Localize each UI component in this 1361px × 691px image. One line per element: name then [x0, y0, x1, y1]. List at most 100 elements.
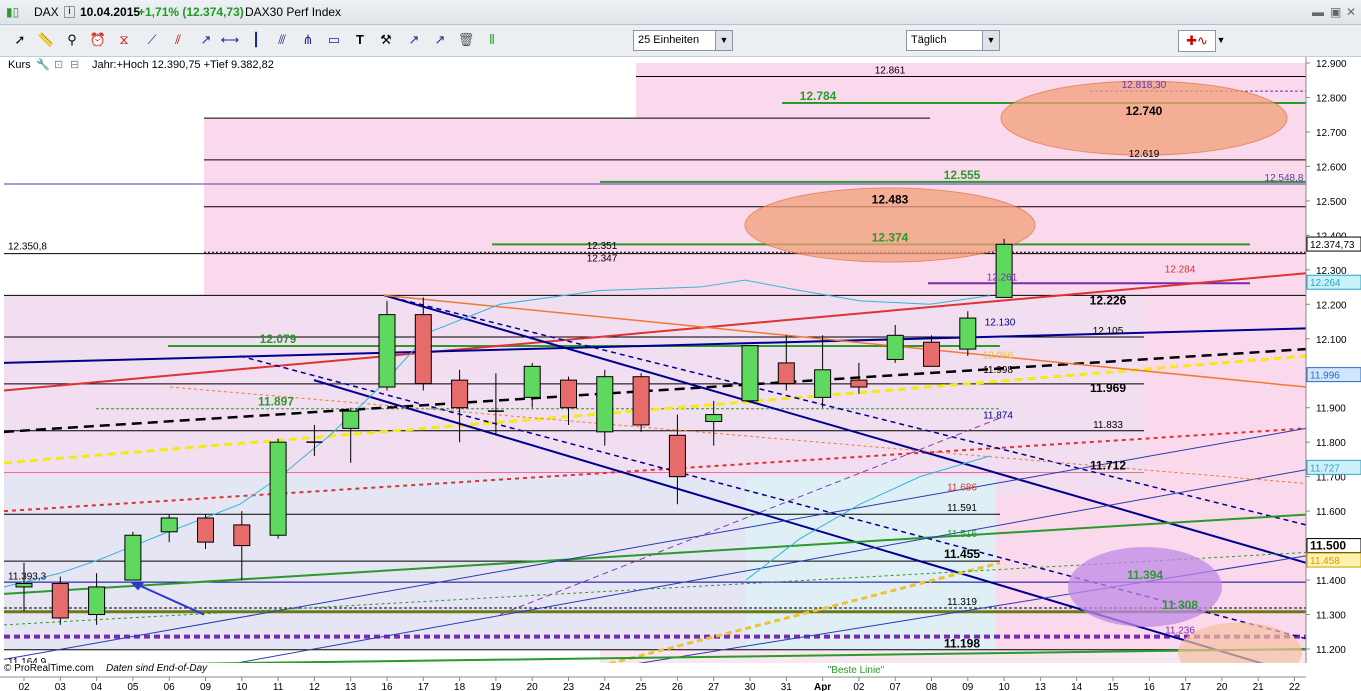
level-label: 11.394: [1127, 568, 1163, 582]
level-label: 11.198: [944, 637, 980, 651]
horizontal-line-icon[interactable]: ⟷: [220, 30, 240, 50]
candle-up: [88, 586, 106, 616]
level-label: 11.308: [1162, 598, 1198, 612]
candle-down: [668, 434, 686, 478]
add-indicator-icon[interactable]: ✚∿: [1178, 30, 1216, 52]
y-tick-label: 11.200: [1316, 645, 1346, 656]
level-label: 11.686: [947, 482, 977, 493]
ray-icon[interactable]: ↗: [196, 30, 216, 50]
level-label: 12.784: [800, 89, 837, 103]
x-tick-label: 27: [708, 682, 720, 691]
x-tick-label: 03: [55, 682, 67, 691]
level-label: 12.861: [875, 65, 906, 76]
x-tick-label: 02: [18, 682, 30, 691]
x-tick-label: 04: [91, 682, 103, 691]
collapse-icon[interactable]: ⊟: [70, 58, 79, 71]
x-tick-label: 22: [1289, 682, 1301, 691]
y-tick-label: 12.100: [1316, 335, 1347, 346]
panel-header: Kurs 🔧 ⊡ ⊟ Jahr:+Hoch 12.390,75 +Tief 9.…: [0, 57, 300, 73]
level-label: 12.347: [587, 254, 618, 265]
interval-select[interactable]: Täglich ▼: [906, 30, 1000, 51]
candle-down: [777, 362, 795, 385]
text-icon[interactable]: T: [350, 30, 370, 50]
maximize-icon[interactable]: ▣: [1330, 5, 1341, 19]
candle-up: [596, 376, 614, 433]
candle-up: [741, 345, 759, 402]
x-tick-label: 14: [1071, 682, 1083, 691]
level-label: 12.130: [985, 317, 1016, 328]
x-tick-label: Apr: [814, 682, 831, 691]
x-tick-label: 10: [999, 682, 1011, 691]
chart-type-icon[interactable]: ▮▯: [6, 5, 19, 19]
info-icon[interactable]: i: [64, 6, 75, 18]
ruler-icon[interactable]: 📏: [36, 30, 56, 50]
arrow-icon[interactable]: ↗: [404, 30, 424, 50]
level-label: 11.455: [944, 547, 980, 561]
cursor-icon[interactable]: ➚: [10, 30, 30, 50]
wrench-icon[interactable]: 🔧: [36, 58, 50, 71]
change-label: +1,71% (12.374,73): [138, 5, 244, 19]
level-label: 12.105: [1093, 326, 1124, 337]
level-label: 12.261: [987, 272, 1018, 283]
level-label: 12.548,8: [1265, 173, 1304, 184]
fibonacci-icon[interactable]: ⧖: [114, 30, 134, 50]
x-tick-label: 15: [1107, 682, 1119, 691]
chevron-down-icon[interactable]: ▼: [982, 31, 999, 50]
arrow-icon-2[interactable]: ↗: [430, 30, 450, 50]
level-label: 11.969: [1090, 381, 1126, 395]
symbol-label[interactable]: DAX: [34, 5, 59, 19]
date-label: 10.04.2015: [80, 5, 141, 19]
expand-icon[interactable]: ⊡: [54, 58, 63, 71]
pitchfork-icon[interactable]: ⋔: [298, 30, 318, 50]
panel-label: Kurs: [8, 59, 31, 71]
candle-down: [51, 583, 69, 619]
x-tick-label: 25: [636, 682, 648, 691]
vertical-line-icon[interactable]: ┃: [246, 30, 266, 50]
price-box-label: 12.374,73: [1310, 240, 1355, 251]
level-label: 11.236: [1165, 626, 1195, 637]
channel-icon[interactable]: ⫽: [168, 30, 188, 50]
alarm-icon[interactable]: ⏰: [88, 30, 108, 50]
y-tick-label: 12.200: [1316, 300, 1347, 311]
candle-up: [15, 583, 33, 588]
x-tick-label: 06: [164, 682, 176, 691]
x-tick-label: 05: [127, 682, 139, 691]
zoom-icon[interactable]: ⚲: [62, 30, 82, 50]
x-tick-label: 20: [527, 682, 539, 691]
chevron-down-icon[interactable]: ▼: [1215, 30, 1227, 50]
level-label: 12.483: [872, 193, 909, 207]
candle-down: [233, 524, 251, 547]
parallel-icon[interactable]: ⫻: [272, 30, 292, 50]
candle-down: [923, 341, 940, 367]
candle-down: [451, 379, 469, 409]
candle-up: [269, 441, 287, 536]
level-label: 12.284: [1165, 264, 1196, 275]
level-label: 12.619: [1129, 149, 1160, 160]
x-tick-label: 31: [781, 682, 793, 691]
trendline-icon[interactable]: ⟋: [142, 30, 162, 50]
candle-down: [560, 379, 577, 409]
price-chart[interactable]: 12.861 12.818,30 12.784 12.740 12.619 12.555 1…: [0, 57, 1361, 691]
hammer-icon[interactable]: ⚒: [376, 30, 396, 50]
interval-select-value: Täglich: [911, 34, 947, 46]
x-tick-label: 30: [744, 682, 756, 691]
chevron-down-icon[interactable]: ▼: [715, 31, 732, 50]
trash-icon[interactable]: 🗑: [456, 30, 476, 50]
eod-note: Daten sind End-of-Day: [106, 663, 208, 674]
x-tick-label: 24: [599, 682, 611, 691]
level-label: 12.818,30: [1122, 80, 1167, 91]
close-icon[interactable]: ✕: [1346, 5, 1356, 19]
candle-down: [197, 517, 214, 543]
minimize-icon[interactable]: ▬: [1312, 5, 1324, 19]
x-tick-label: 13: [345, 682, 357, 691]
rectangle-icon[interactable]: ▭: [324, 30, 344, 50]
level-label: 12.079: [260, 332, 297, 346]
drawing-toolbar: ➚ 📏 ⚲ ⏰ ⧖ ⟋ ⫽ ↗ ⟷ ┃ ⫻ ⋔ ▭ T ⚒ ↗ ↗ 🗑 ⦀ 25…: [0, 25, 1361, 57]
candle-down: [414, 314, 432, 385]
indicator-icon[interactable]: ⦀: [482, 30, 502, 50]
blue-zone: [4, 476, 746, 650]
candle-up: [886, 334, 904, 360]
candle-up: [378, 314, 396, 388]
level-label: 11.516: [947, 529, 977, 540]
period-select[interactable]: 25 Einheiten ▼: [633, 30, 733, 51]
